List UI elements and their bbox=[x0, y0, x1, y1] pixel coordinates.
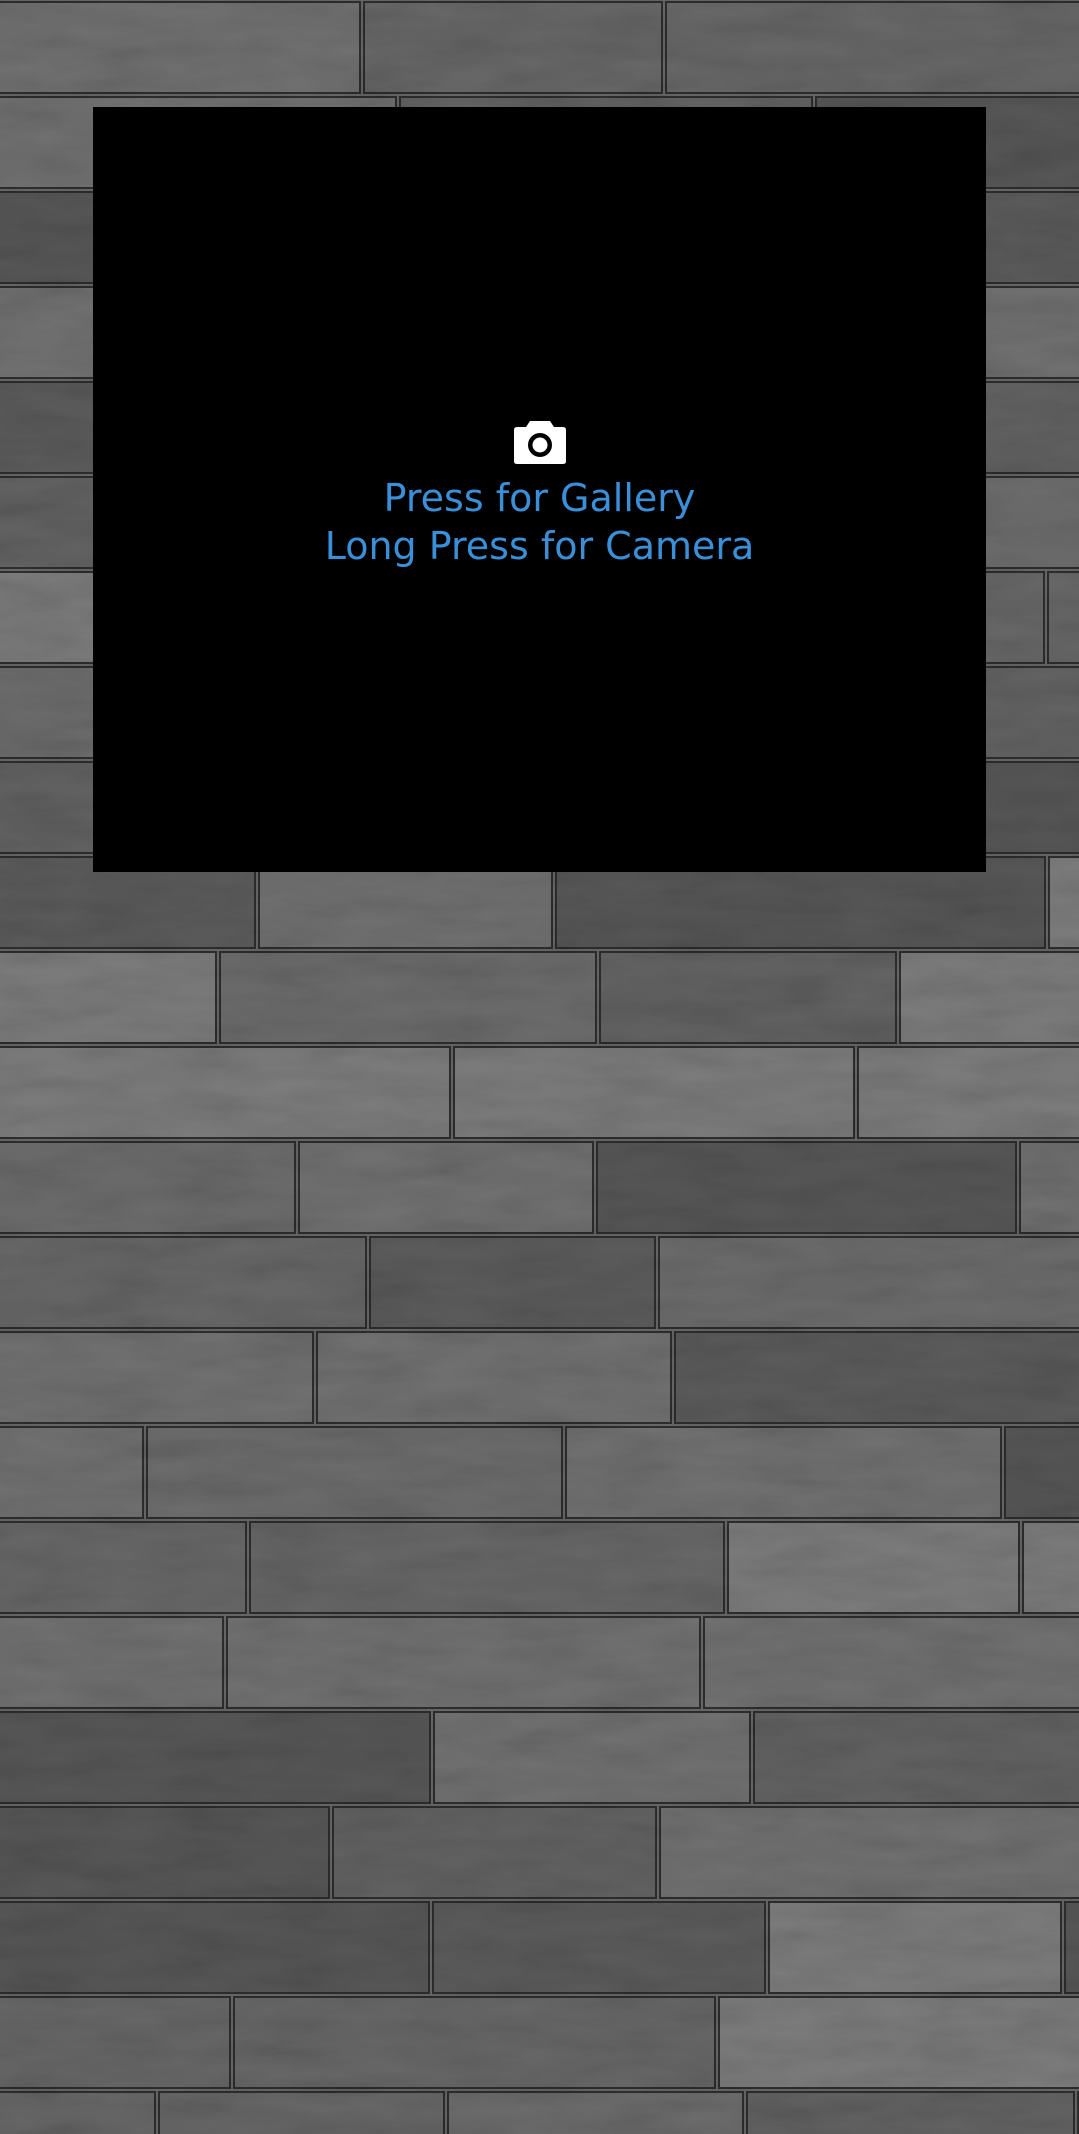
picker-content: Press for Gallery Long Press for Camera bbox=[93, 417, 986, 570]
camera-icon bbox=[513, 421, 566, 464]
screen: Press for Gallery Long Press for Camera bbox=[0, 0, 1079, 2134]
camera-hint-text: Long Press for Camera bbox=[324, 524, 755, 568]
image-picker[interactable]: Press for Gallery Long Press for Camera bbox=[93, 107, 986, 872]
gallery-hint-text: Press for Gallery bbox=[383, 476, 696, 520]
